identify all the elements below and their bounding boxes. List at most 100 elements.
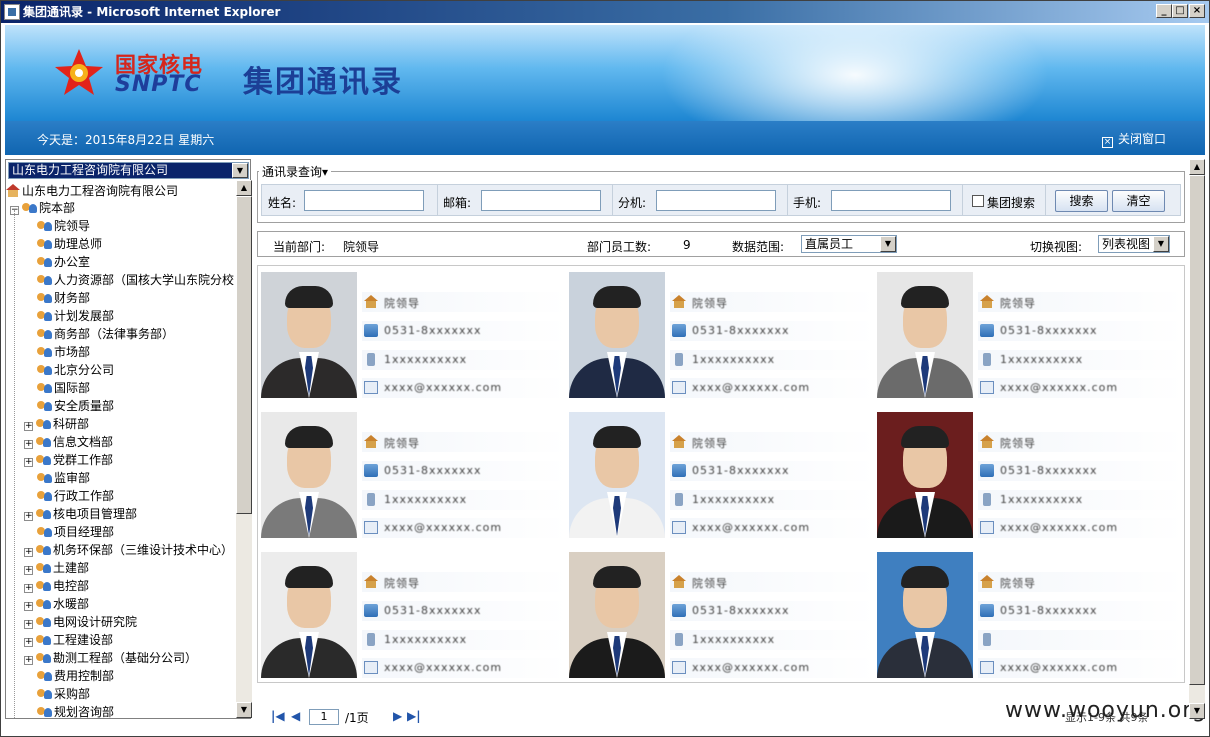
contact-email[interactable]: xxxx@xxxxxx.com: [1000, 661, 1118, 674]
extension-input[interactable]: [656, 190, 776, 211]
mobile-input[interactable]: [831, 190, 951, 211]
tree-item[interactable]: + 党群工作部: [24, 451, 113, 469]
page-scrollbar[interactable]: ▲ ▼: [1189, 159, 1205, 719]
tree-item-label: 机务环保部（三维设计技术中心）: [53, 543, 234, 557]
scroll-up-icon[interactable]: ▲: [236, 180, 252, 196]
expand-icon[interactable]: +: [24, 512, 33, 521]
tree-item[interactable]: 北京分公司: [24, 361, 114, 379]
group-search-checkbox[interactable]: [972, 195, 984, 207]
prev-page-icon[interactable]: ◀: [291, 709, 300, 723]
tree-item[interactable]: 安全质量部: [24, 397, 114, 415]
tree-item[interactable]: 助理总师: [24, 235, 102, 253]
email-input[interactable]: [481, 190, 601, 211]
contact-email[interactable]: xxxx@xxxxxx.com: [692, 521, 810, 534]
tree-item[interactable]: 计划发展部: [24, 307, 114, 325]
contact-email[interactable]: xxxx@xxxxxx.com: [1000, 381, 1118, 394]
expand-icon[interactable]: +: [24, 548, 33, 557]
tree-item[interactable]: + 土建部: [24, 559, 89, 577]
tree-item[interactable]: + 电网设计研究院: [24, 613, 137, 631]
tree-branch-headquarters[interactable]: − 院本部: [10, 199, 75, 217]
contact-card[interactable]: 院领导 0531-8xxxxxxx 1xxxxxxxxxx xxxx@xxxxxx.c…: [566, 546, 876, 678]
contact-dept-row: 院领导: [670, 432, 876, 452]
view-select[interactable]: 列表视图 ▼: [1098, 235, 1170, 253]
tree-item[interactable]: + 科研部: [24, 415, 89, 433]
tree-item[interactable]: + 水暖部: [24, 595, 89, 613]
tree-item[interactable]: 行政工作部: [24, 487, 114, 505]
tree-item[interactable]: + 电控部: [24, 577, 89, 595]
expand-icon[interactable]: +: [24, 458, 33, 467]
tree-item[interactable]: 院领导: [24, 217, 90, 235]
contact-email[interactable]: xxxx@xxxxxx.com: [384, 381, 502, 394]
org-tree: 山东电力工程咨询院有限公司 − 院本部 院领导助理总师办公室 人力资源部（国核大学山…: [6, 180, 236, 718]
tree-item[interactable]: 商务部（法律事务部）: [24, 325, 174, 343]
tree-item[interactable]: 财务部: [24, 289, 90, 307]
expand-icon[interactable]: +: [24, 656, 33, 665]
tree-item-label: 助理总师: [54, 237, 103, 251]
scroll-down-icon[interactable]: ▼: [1189, 703, 1205, 719]
contact-card[interactable]: 院领导 0531-8xxxxxxx 1xxxxxxxxxx xxxx@xxxxxx.c…: [566, 406, 876, 538]
tree-item[interactable]: + 勘测工程部（基础分公司）: [24, 649, 197, 667]
contact-email-row: xxxx@xxxxxx.com: [670, 378, 876, 398]
contact-email[interactable]: xxxx@xxxxxx.com: [1000, 521, 1118, 534]
minimize-button[interactable]: _: [1156, 4, 1172, 18]
clear-button[interactable]: 清空: [1112, 190, 1165, 212]
contact-card[interactable]: 院领导 0531-8xxxxxxx 1xxxxxxxxxx xxxx@xxxxxx.c…: [258, 546, 568, 678]
chevron-down-icon[interactable]: ▼: [232, 163, 248, 178]
expand-icon[interactable]: +: [24, 602, 33, 611]
expand-icon[interactable]: +: [24, 566, 33, 575]
next-page-icon[interactable]: ▶: [393, 709, 402, 723]
contact-card[interactable]: 院领导 0531-8xxxxxxx 1xxxxxxxxxx xxxx@xxxxxx.c…: [874, 406, 1184, 538]
expand-icon[interactable]: +: [24, 584, 33, 593]
scroll-up-icon[interactable]: ▲: [1189, 159, 1205, 175]
tree-item[interactable]: 采购部: [24, 685, 90, 703]
scope-select[interactable]: 直属员工 ▼: [801, 235, 897, 253]
tree-item-label: 科研部: [53, 417, 90, 431]
expand-icon[interactable]: +: [24, 422, 33, 431]
name-input[interactable]: [304, 190, 424, 211]
tree-item[interactable]: + 信息文档部: [24, 433, 113, 451]
tree-item[interactable]: + 机务环保部（三维设计技术中心）: [24, 541, 233, 559]
tree-item-label: 采购部: [54, 687, 91, 701]
query-title[interactable]: 通讯录查询▾: [259, 163, 332, 180]
tree-item[interactable]: 监审部: [24, 469, 90, 487]
contact-card[interactable]: 院领导 0531-8xxxxxxx 1xxxxxxxxxx xxxx@xxxxxx.c…: [566, 266, 876, 398]
contact-card[interactable]: 院领导 0531-8xxxxxxx 1xxxxxxxxxx xxxx@xxxxxx.c…: [874, 266, 1184, 398]
org-select[interactable]: 山东电力工程咨询院有限公司 ▼: [8, 162, 249, 179]
contact-email[interactable]: xxxx@xxxxxx.com: [692, 381, 810, 394]
close-window-link[interactable]: × 关闭窗口: [1102, 130, 1166, 148]
maximize-button[interactable]: □: [1172, 4, 1188, 18]
tree-item[interactable]: 费用控制部: [24, 667, 114, 685]
contact-mobile-row: 1xxxxxxxxxx: [362, 350, 568, 370]
tree-item[interactable]: 规划咨询部: [24, 703, 114, 718]
contact-card[interactable]: 院领导 0531-8xxxxxxx xxxx@xxxxxx.com: [874, 546, 1184, 678]
tree-item[interactable]: 国际部: [24, 379, 90, 397]
page-number-input[interactable]: 1: [309, 709, 339, 725]
scroll-thumb[interactable]: [236, 196, 252, 514]
tree-item[interactable]: 项目经理部: [24, 523, 114, 541]
expand-icon[interactable]: +: [24, 638, 33, 647]
contact-email[interactable]: xxxx@xxxxxx.com: [384, 661, 502, 674]
search-button[interactable]: 搜索: [1055, 190, 1108, 212]
contact-card[interactable]: 院领导 0531-8xxxxxxx 1xxxxxxxxxx xxxx@xxxxxx.c…: [258, 406, 568, 538]
expand-icon[interactable]: +: [24, 440, 33, 449]
scroll-down-icon[interactable]: ▼: [236, 702, 252, 718]
query-row: 姓名: 邮箱: 分机: 手机: 集团搜索 搜索 清空: [261, 184, 1181, 216]
tree-item[interactable]: 办公室: [24, 253, 90, 271]
chevron-down-icon[interactable]: ▼: [1153, 236, 1169, 252]
contact-dept: 院领导: [692, 297, 728, 310]
contact-email[interactable]: xxxx@xxxxxx.com: [384, 521, 502, 534]
scroll-thumb[interactable]: [1189, 175, 1205, 685]
tree-root[interactable]: 山东电力工程咨询院有限公司: [6, 182, 178, 200]
tree-item[interactable]: 市场部: [24, 343, 90, 361]
tree-item[interactable]: 人力资源部（国核大学山东院分校: [24, 271, 234, 289]
close-window-button[interactable]: ×: [1189, 4, 1205, 18]
contact-email[interactable]: xxxx@xxxxxx.com: [692, 661, 810, 674]
first-page-icon[interactable]: |◀: [271, 709, 285, 723]
last-page-icon[interactable]: ▶|: [407, 709, 421, 723]
chevron-down-icon[interactable]: ▼: [880, 236, 896, 252]
tree-scrollbar[interactable]: ▲ ▼: [236, 180, 252, 718]
contact-card[interactable]: 院领导 0531-8xxxxxxx 1xxxxxxxxxx xxxx@xxxxxx.c…: [258, 266, 568, 398]
expand-icon[interactable]: +: [24, 620, 33, 629]
tree-item[interactable]: + 核电项目管理部: [24, 505, 137, 523]
tree-item[interactable]: + 工程建设部: [24, 631, 113, 649]
